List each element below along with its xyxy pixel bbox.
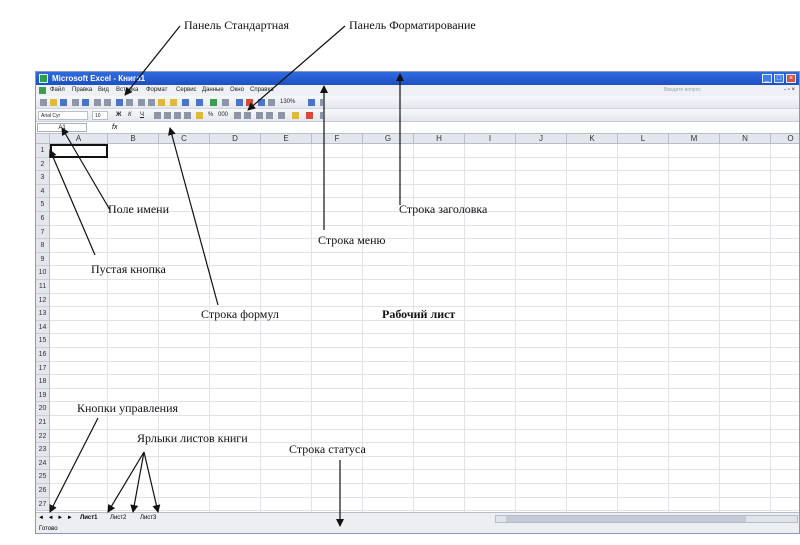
label-name-field: Поле имени	[108, 202, 170, 216]
arrow-control-buttons	[49, 417, 99, 513]
label-standard-panel: Панель Стандартная	[184, 18, 289, 32]
label-formatting-panel: Панель Форматирование	[349, 18, 476, 32]
arrow-sheet-tab-3	[143, 451, 161, 513]
arrow-name-field	[61, 127, 111, 211]
arrow-standard-panel	[124, 25, 181, 96]
label-control-buttons: Кнопки управления	[77, 401, 179, 415]
label-worksheet: Рабочий лист	[382, 307, 456, 321]
label-formula-bar: Строка формул	[201, 307, 279, 321]
arrow-formatting-panel	[247, 25, 346, 111]
label-empty-button: Пустая кнопка	[91, 262, 166, 276]
label-status-bar: Строка статуса	[289, 442, 366, 456]
arrow-formula-bar	[167, 127, 219, 306]
label-menu-bar: Строка меню	[318, 233, 386, 247]
label-sheet-tabs: Ярлыки листов книги	[137, 431, 248, 445]
arrow-empty-button	[49, 149, 96, 256]
label-title-bar: Строка заголовка	[399, 202, 488, 216]
